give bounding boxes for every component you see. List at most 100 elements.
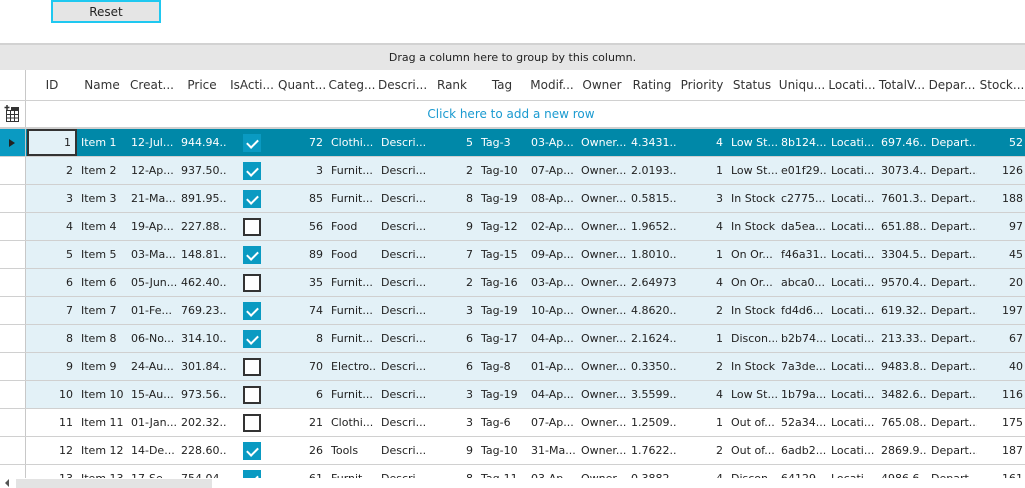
cell-6[interactable]: Clothi... [327, 409, 377, 436]
cell-17[interactable]: 765.08... [877, 409, 927, 436]
column-header[interactable]: Tag [477, 70, 527, 100]
column-header[interactable]: Rating [627, 70, 677, 100]
cell-16[interactable]: Locati... [827, 269, 877, 296]
isactive-cell[interactable] [227, 437, 277, 464]
cell-1[interactable]: Item 11 [77, 409, 127, 436]
checkbox-checked[interactable] [243, 302, 261, 320]
cell-9[interactable]: Tag-3 [477, 129, 527, 156]
cell-13[interactable]: 2 [677, 353, 727, 380]
cell-14[interactable]: In Stock [727, 185, 777, 212]
cell-10[interactable]: 09-Ap... [527, 241, 577, 268]
row-header[interactable] [0, 325, 26, 352]
cell-17[interactable]: 213.33... [877, 325, 927, 352]
table-row[interactable]: 2 Item 2 12-Ap... 937.50... 3 Furnit... Descri… [0, 157, 1025, 185]
cell-6[interactable]: Clothi... [327, 129, 377, 156]
cell-14[interactable]: Low St... [727, 157, 777, 184]
cell-17[interactable]: 2869.9... [877, 437, 927, 464]
cell-10[interactable]: 07-Ap... [527, 157, 577, 184]
cell-7[interactable]: Descri... [377, 409, 427, 436]
cell-14[interactable]: On Or... [727, 241, 777, 268]
cell-1[interactable]: Item 10 [77, 381, 127, 408]
cell-18[interactable]: Depart... [927, 437, 977, 464]
cell-18[interactable]: Depart... [927, 213, 977, 240]
cell-17[interactable]: 651.88... [877, 213, 927, 240]
column-header[interactable]: Price [177, 70, 227, 100]
cell-8[interactable]: 2 [427, 157, 477, 184]
cell-6[interactable]: Furnit... [327, 157, 377, 184]
cell-8[interactable]: 7 [427, 241, 477, 268]
cell-9[interactable]: Tag-19 [477, 185, 527, 212]
cell-2[interactable]: 14-De... [127, 437, 177, 464]
cell-19[interactable]: 40 [977, 353, 1025, 380]
isactive-cell[interactable] [227, 185, 277, 212]
cell-1[interactable]: Item 8 [77, 325, 127, 352]
column-header[interactable]: IsActi... [227, 70, 277, 100]
isactive-cell[interactable] [227, 297, 277, 324]
cell-7[interactable]: Descri... [377, 353, 427, 380]
checkbox-unchecked[interactable] [243, 358, 261, 376]
cell-18[interactable]: Depart... [927, 269, 977, 296]
cell-15[interactable]: 52a34... [777, 409, 827, 436]
cell-9[interactable]: Tag-10 [477, 437, 527, 464]
column-header[interactable]: Descri... [377, 70, 427, 100]
horizontal-scrollbar[interactable] [0, 478, 1025, 488]
add-new-row[interactable]: Click here to add a new row [0, 101, 1025, 129]
cell-14[interactable]: In Stock [727, 353, 777, 380]
cell-12[interactable]: 2.1624... [627, 325, 677, 352]
cell-16[interactable]: Locati... [827, 185, 877, 212]
column-header[interactable]: Quant... [277, 70, 327, 100]
cell-17[interactable]: 697.46... [877, 129, 927, 156]
cell-3[interactable]: 462.40... [177, 269, 227, 296]
isactive-cell[interactable] [227, 269, 277, 296]
cell-1[interactable]: Item 4 [77, 213, 127, 240]
cell-13[interactable]: 4 [677, 381, 727, 408]
cell-12[interactable]: 1.7622... [627, 437, 677, 464]
checkbox-checked[interactable] [243, 246, 261, 264]
cell-14[interactable]: Out of... [727, 409, 777, 436]
checkbox-checked[interactable] [243, 162, 261, 180]
cell-15[interactable]: 8b124... [777, 129, 827, 156]
cell-15[interactable]: 6adb2... [777, 437, 827, 464]
isactive-cell[interactable] [227, 409, 277, 436]
checkbox-checked[interactable] [243, 134, 261, 152]
cell-12[interactable]: 1.2509... [627, 409, 677, 436]
cell-2[interactable]: 01-Fe... [127, 297, 177, 324]
cell-14[interactable]: Low St... [727, 381, 777, 408]
cell-8[interactable]: 3 [427, 297, 477, 324]
cell-7[interactable]: Descri... [377, 213, 427, 240]
cell-1[interactable]: Item 2 [77, 157, 127, 184]
cell-6[interactable]: Furnit... [327, 297, 377, 324]
table-row[interactable]: 1 Item 1 12-Jul... 944.94... 72 Clothi... Desc… [0, 129, 1025, 157]
cell-10[interactable]: 08-Ap... [527, 185, 577, 212]
cell-19[interactable]: 197 [977, 297, 1025, 324]
table-row[interactable]: 3 Item 3 21-Ma... 891.95... 85 Furnit... Descr… [0, 185, 1025, 213]
cell-7[interactable]: Descri... [377, 241, 427, 268]
table-row[interactable]: 5 Item 5 03-Ma... 148.81... 89 Food Descri... 7… [0, 241, 1025, 269]
column-header[interactable]: Depar... [927, 70, 977, 100]
checkbox-checked[interactable] [243, 190, 261, 208]
cell-19[interactable]: 97 [977, 213, 1025, 240]
cell-11[interactable]: Owner... [577, 157, 627, 184]
column-header[interactable]: Categ... [327, 70, 377, 100]
cell-14[interactable]: Low St... [727, 129, 777, 156]
column-header[interactable]: ID [27, 70, 77, 100]
cell-6[interactable]: Food [327, 213, 377, 240]
cell-15[interactable]: da5ea... [777, 213, 827, 240]
cell-13[interactable]: 1 [677, 157, 727, 184]
cell-0[interactable]: 8 [27, 325, 77, 352]
checkbox-unchecked[interactable] [243, 414, 261, 432]
cell-5[interactable]: 21 [277, 409, 327, 436]
cell-9[interactable]: Tag-17 [477, 325, 527, 352]
cell-15[interactable]: 7a3de... [777, 353, 827, 380]
cell-3[interactable]: 228.60... [177, 437, 227, 464]
row-header[interactable] [0, 353, 26, 380]
cell-10[interactable]: 07-Ap... [527, 409, 577, 436]
cell-16[interactable]: Locati... [827, 213, 877, 240]
table-row[interactable]: 9 Item 9 24-Au... 301.84... 70 Electro... Desc… [0, 353, 1025, 381]
cell-12[interactable]: 4.8620... [627, 297, 677, 324]
cell-5[interactable]: 70 [277, 353, 327, 380]
scrollbar-thumb[interactable] [16, 479, 212, 488]
cell-1[interactable]: Item 3 [77, 185, 127, 212]
cell-11[interactable]: Owner... [577, 409, 627, 436]
cell-0[interactable]: 9 [27, 353, 77, 380]
